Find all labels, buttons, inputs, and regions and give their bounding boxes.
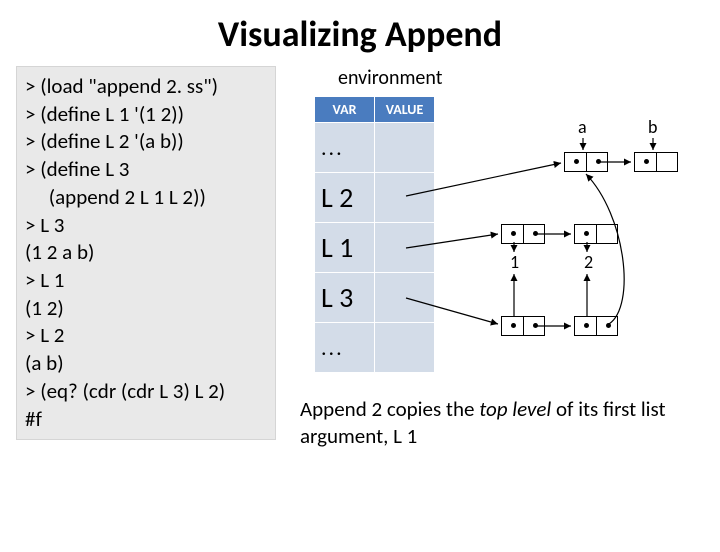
cons-cell bbox=[501, 224, 545, 244]
value-header: VALUE bbox=[375, 97, 435, 123]
port-icon bbox=[596, 159, 601, 164]
caption: Append 2 copies the top level of its fir… bbox=[300, 396, 700, 451]
cons-cell bbox=[564, 152, 608, 172]
port-icon bbox=[533, 323, 538, 328]
port-icon bbox=[644, 159, 649, 164]
var-cell: ... bbox=[315, 323, 375, 373]
label-two: 2 bbox=[584, 251, 593, 273]
var-cell: L 1 bbox=[315, 223, 375, 273]
cons-cell bbox=[501, 316, 545, 336]
environment-label: environment bbox=[338, 66, 442, 90]
var-cell: ... bbox=[315, 123, 375, 173]
diagram-area: environment VAR VALUE ... L 2 L 1 L 3 bbox=[296, 66, 704, 440]
table-row: L 2 bbox=[315, 173, 435, 223]
table-row: ... bbox=[315, 123, 435, 173]
value-cell bbox=[375, 173, 435, 223]
port-icon bbox=[511, 231, 516, 236]
value-cell bbox=[375, 223, 435, 273]
port-icon bbox=[606, 323, 611, 328]
label-b: b bbox=[648, 116, 657, 138]
cons-cell bbox=[574, 316, 618, 336]
table-row: L 3 bbox=[315, 273, 435, 323]
value-cell bbox=[375, 323, 435, 373]
cons-cell bbox=[634, 152, 678, 172]
value-cell bbox=[375, 123, 435, 173]
label-one: 1 bbox=[510, 251, 519, 273]
var-cell: L 2 bbox=[315, 173, 375, 223]
cons-cell bbox=[574, 224, 618, 244]
content-area: > (load "append 2. ss") > (define L 1 '(… bbox=[0, 66, 720, 440]
page-title: Visualizing Append bbox=[0, 12, 720, 56]
port-icon bbox=[584, 323, 589, 328]
var-header: VAR bbox=[315, 97, 375, 123]
table-row: L 1 bbox=[315, 223, 435, 273]
value-cell bbox=[375, 273, 435, 323]
port-icon bbox=[511, 323, 516, 328]
environment-table: VAR VALUE ... L 2 L 1 L 3 ... bbox=[314, 96, 435, 373]
code-block: > (load "append 2. ss") > (define L 1 '(… bbox=[16, 66, 276, 440]
label-a: a bbox=[578, 116, 587, 138]
caption-text: Append 2 copies the bbox=[300, 396, 479, 422]
port-icon bbox=[574, 159, 579, 164]
caption-italic: top level bbox=[479, 396, 556, 422]
port-icon bbox=[584, 231, 589, 236]
table-row: ... bbox=[315, 323, 435, 373]
port-icon bbox=[533, 231, 538, 236]
var-cell: L 3 bbox=[315, 273, 375, 323]
table-header-row: VAR VALUE bbox=[315, 97, 435, 123]
